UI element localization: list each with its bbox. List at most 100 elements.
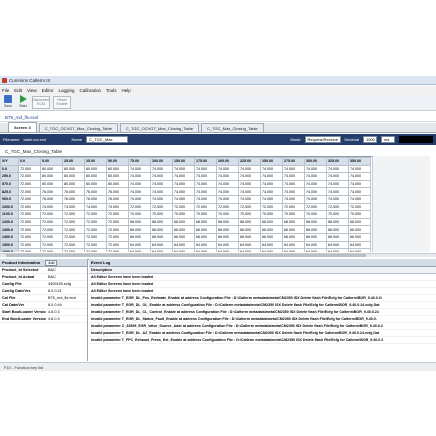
table-cell[interactable]: 80.000 xyxy=(106,172,129,181)
table-cell[interactable]: 66.000 xyxy=(172,225,195,234)
table-cell[interactable]: 74.000 xyxy=(194,179,217,189)
table-cell[interactable]: 72.000 xyxy=(326,202,349,212)
table-cell[interactable]: 72.000 xyxy=(18,202,41,212)
table-cell[interactable]: 76.000 xyxy=(106,194,129,204)
table-cell[interactable]: 66.000 xyxy=(216,225,239,234)
menu-edit[interactable]: Edit xyxy=(14,88,22,93)
table-cell[interactable]: 74.000 xyxy=(150,187,173,196)
table-cell[interactable]: 74.000 xyxy=(194,194,217,204)
table-cell[interactable]: 68.000 xyxy=(238,217,261,227)
unit-select[interactable]: ms xyxy=(381,136,395,143)
table-cell[interactable]: 74.000 xyxy=(150,194,173,204)
table-cell[interactable]: 68.000 xyxy=(282,217,305,227)
table-cell[interactable]: 74.000 xyxy=(238,187,261,196)
table-cell[interactable]: 74.000 xyxy=(260,164,283,174)
table-cell[interactable]: 72.000 xyxy=(40,210,63,219)
table-cell[interactable]: 72.000 xyxy=(40,240,63,250)
table-cell[interactable]: 72.000 xyxy=(84,217,107,227)
event-log-column-description[interactable]: Description xyxy=(89,267,436,274)
table-cell[interactable]: 70.000 xyxy=(194,210,217,219)
table-cell[interactable]: 72.000 xyxy=(84,225,107,234)
table-horizontal-scrollbar[interactable] xyxy=(0,253,436,257)
table-cell[interactable]: 72.000 xyxy=(106,225,129,234)
menu-tools[interactable]: Tools xyxy=(106,88,117,93)
table-cell[interactable]: 74.000 xyxy=(84,202,107,212)
table-cell[interactable]: 64.000 xyxy=(326,240,349,250)
table-cell[interactable]: 64.000 xyxy=(238,240,261,250)
table-cell[interactable]: 74.000 xyxy=(150,179,173,189)
table-cell[interactable]: 64.000 xyxy=(194,240,217,250)
decimal-field[interactable]: 1000 xyxy=(363,136,377,143)
table-cell[interactable]: 74.000 xyxy=(172,164,195,174)
table-cell[interactable]: 72.000 xyxy=(62,240,85,250)
table-cell[interactable]: 64.000 xyxy=(304,248,327,252)
table-cell[interactable]: 74.000 xyxy=(216,172,239,181)
table-cell[interactable]: 66.000 xyxy=(194,232,217,242)
table-cell[interactable]: 66.000 xyxy=(238,225,261,234)
table-cell[interactable]: 66.000 xyxy=(304,232,327,242)
table-cell[interactable]: 64.000 xyxy=(216,248,239,252)
table-cell[interactable]: 72.000 xyxy=(40,248,63,252)
table-cell[interactable]: 72.000 xyxy=(106,232,129,242)
table-cell[interactable]: 74.000 xyxy=(40,202,63,212)
table-cell[interactable]: 72.000 xyxy=(84,232,107,242)
table-cell[interactable]: 74.000 xyxy=(282,194,305,204)
table-cell[interactable]: 70.000 xyxy=(238,210,261,219)
table-cell[interactable]: 72.000 xyxy=(106,240,129,250)
table-cell[interactable]: 74.000 xyxy=(128,187,151,196)
table-cell[interactable]: 76.000 xyxy=(40,187,63,196)
table-cell[interactable]: 70.000 xyxy=(304,210,327,219)
tab-ocvgt-max-closing-table-2[interactable]: C_TGC_OCVGT_Max_Closing_Table xyxy=(119,123,199,132)
disconnect-ecm-button[interactable]: Disconnect ECM xyxy=(32,95,50,109)
table-cell[interactable]: 74.000 xyxy=(304,187,327,196)
table-cell[interactable]: 64.000 xyxy=(128,248,151,252)
table-cell[interactable]: 80.000 xyxy=(84,172,107,181)
table-cell[interactable]: 76.000 xyxy=(62,194,85,204)
table-cell[interactable]: 76.000 xyxy=(84,194,107,204)
table-cell[interactable]: 70.000 xyxy=(326,210,349,219)
table-cell[interactable]: 80.000 xyxy=(40,179,63,189)
table-cell[interactable]: 80.000 xyxy=(62,164,85,174)
table-cell[interactable]: 70.000 xyxy=(282,210,305,219)
table-cell[interactable]: 74.000 xyxy=(282,172,305,181)
table-cell[interactable]: 74.000 xyxy=(172,179,195,189)
table-cell[interactable]: 80.000 xyxy=(40,172,63,181)
table-cell[interactable]: 64.000 xyxy=(348,240,371,250)
table-cell[interactable]: 68.000 xyxy=(326,217,349,227)
table-cell[interactable]: 74.000 xyxy=(194,187,217,196)
table-cell[interactable]: 74.000 xyxy=(260,194,283,204)
table-cell[interactable]: 80.000 xyxy=(62,179,85,189)
table-cell[interactable]: 74.000 xyxy=(172,172,195,181)
table-cell[interactable]: 74.000 xyxy=(238,179,261,189)
table-cell[interactable]: 74.000 xyxy=(172,187,195,196)
table-cell[interactable]: 64.000 xyxy=(304,240,327,250)
table-cell[interactable]: 68.000 xyxy=(216,217,239,227)
table-cell[interactable]: 76.000 xyxy=(62,187,85,196)
name-field[interactable]: C_TGC_Max xyxy=(86,136,129,143)
table-cell[interactable]: 74.000 xyxy=(304,172,327,181)
table-cell[interactable]: 72.000 xyxy=(106,248,129,252)
table-cell[interactable]: 72.000 xyxy=(84,240,107,250)
table-cell[interactable]: 72.000 xyxy=(216,202,239,212)
table-cell[interactable]: 64.000 xyxy=(128,240,151,250)
table-cell[interactable]: 74.000 xyxy=(348,187,371,196)
table-cell[interactable]: 74.000 xyxy=(216,164,239,174)
table-cell[interactable]: 64.000 xyxy=(150,248,173,252)
table-cell[interactable]: 74.000 xyxy=(194,172,217,181)
table-cell[interactable]: 66.000 xyxy=(282,225,305,234)
table-cell[interactable]: 72.000 xyxy=(84,210,107,219)
table-cell[interactable]: 72.000 xyxy=(62,217,85,227)
add-button[interactable]: Add xyxy=(45,259,58,266)
reset-enable-button[interactable]: Reset Enable xyxy=(53,95,71,109)
menu-logging[interactable]: Logging xyxy=(58,88,74,93)
table-cell[interactable]: 74.000 xyxy=(216,187,239,196)
tab-max-closing-table[interactable]: C_TGC_Max_Closing_Table xyxy=(200,123,264,132)
table-cell[interactable]: 66.000 xyxy=(216,232,239,242)
table-cell[interactable]: 74.000 xyxy=(238,194,261,204)
event-log-entry[interactable]: All Editor Screens have been loaded xyxy=(89,288,436,295)
table-cell[interactable]: 66.000 xyxy=(194,225,217,234)
table-cell[interactable]: 74.000 xyxy=(282,179,305,189)
table-cell[interactable]: 74.000 xyxy=(238,164,261,174)
table-cell[interactable]: 74.000 xyxy=(106,202,129,212)
table-cell[interactable]: 64.000 xyxy=(282,248,305,252)
